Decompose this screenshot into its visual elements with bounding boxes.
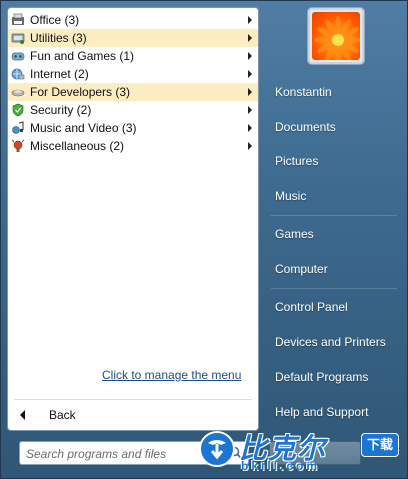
program-label: Music and Video (3) xyxy=(30,121,137,135)
user-name-link[interactable]: Konstantin xyxy=(267,79,401,105)
games-icon xyxy=(11,52,25,61)
program-label: Miscellaneous (2) xyxy=(30,139,125,153)
developers-icon xyxy=(11,89,25,97)
chevron-right-icon xyxy=(248,34,252,42)
programs-list: Office (3) Utilities (3) Fun and Games (… xyxy=(8,11,258,155)
separator xyxy=(271,288,397,289)
documents-link[interactable]: Documents xyxy=(267,114,401,140)
program-item-miscellaneous[interactable]: Miscellaneous (2) xyxy=(8,137,258,155)
help-and-support-link[interactable]: Help and Support xyxy=(267,399,401,425)
chevron-right-icon xyxy=(248,52,252,60)
flower-icon xyxy=(314,16,360,60)
program-item-security[interactable]: Security (2) xyxy=(8,101,258,119)
divider xyxy=(14,399,252,400)
chevron-right-icon xyxy=(248,124,252,132)
search-input[interactable] xyxy=(24,444,224,464)
program-label: For Developers (3) xyxy=(30,85,131,99)
program-item-for-developers[interactable]: For Developers (3) xyxy=(8,83,258,101)
chevron-right-icon xyxy=(248,88,252,96)
watermark-url: bkill.com xyxy=(241,459,321,473)
program-item-utilities[interactable]: Utilities (3) xyxy=(8,29,258,47)
program-item-office[interactable]: Office (3) xyxy=(8,11,258,29)
manage-menu-link[interactable]: Click to manage the menu xyxy=(102,368,241,382)
chevron-right-icon xyxy=(248,142,252,150)
watermark: 比克尔 下载 bkill.com xyxy=(197,425,405,477)
back-button[interactable]: Back xyxy=(16,406,136,424)
music-icon xyxy=(12,121,24,134)
program-label: Utilities (3) xyxy=(30,31,87,45)
program-label: Fun and Games (1) xyxy=(30,49,135,63)
office-icon xyxy=(12,13,24,25)
chevron-right-icon xyxy=(248,106,252,114)
user-avatar[interactable] xyxy=(307,7,365,65)
program-item-music-and-video[interactable]: Music and Video (3) xyxy=(8,119,258,137)
flower-picture xyxy=(312,12,360,60)
misc-icon xyxy=(11,139,25,152)
back-arrow-icon xyxy=(20,410,25,420)
internet-icon xyxy=(11,68,25,80)
start-menu: Office (3) Utilities (3) Fun and Games (… xyxy=(0,0,408,479)
back-label: Back xyxy=(49,408,76,422)
pictures-link[interactable]: Pictures xyxy=(267,148,401,174)
program-label: Office (3) xyxy=(30,13,80,27)
chevron-right-icon xyxy=(248,16,252,24)
utilities-icon xyxy=(11,33,25,44)
chevron-right-icon xyxy=(248,70,252,78)
watermark-badge: 下载 xyxy=(361,433,399,457)
shield-icon xyxy=(12,103,24,117)
devices-and-printers-link[interactable]: Devices and Printers xyxy=(267,329,401,355)
program-label: Security (2) xyxy=(30,103,92,117)
computer-link[interactable]: Computer xyxy=(267,256,401,282)
program-item-fun-and-games[interactable]: Fun and Games (1) xyxy=(8,47,258,65)
control-panel-link[interactable]: Control Panel xyxy=(267,294,401,320)
games-link[interactable]: Games xyxy=(267,221,401,247)
programs-pane: Office (3) Utilities (3) Fun and Games (… xyxy=(7,7,259,431)
default-programs-link[interactable]: Default Programs xyxy=(267,364,401,390)
separator xyxy=(271,215,397,216)
watermark-logo-icon xyxy=(199,431,235,467)
program-item-internet[interactable]: Internet (2) xyxy=(8,65,258,83)
music-link[interactable]: Music xyxy=(267,183,401,209)
program-label: Internet (2) xyxy=(30,67,89,81)
